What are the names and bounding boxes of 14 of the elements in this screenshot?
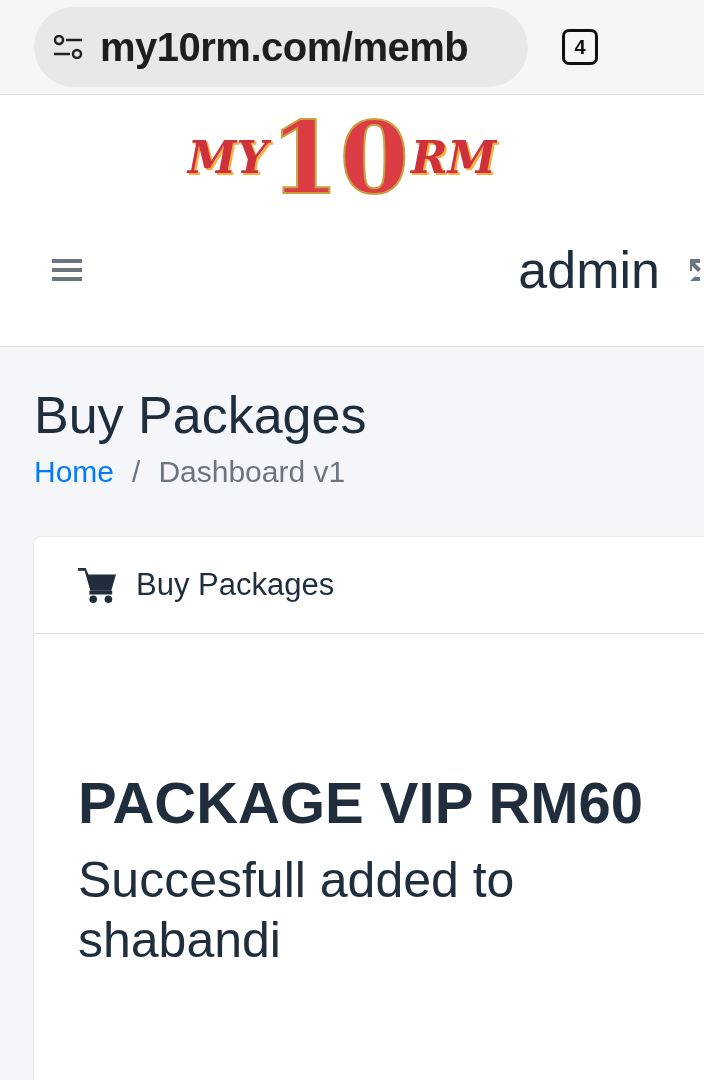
tab-count-button[interactable]: 4 [562,29,598,65]
address-bar[interactable]: my10rm.com/memb [34,7,528,87]
breadcrumb-separator: / [132,455,141,489]
site-settings-icon[interactable] [52,35,84,59]
page-title: Buy Packages [34,385,368,445]
package-heading: PACKAGE VIP RM60 [78,769,645,836]
user-name[interactable]: admin [518,240,660,300]
url-text: my10rm.com/memb [100,24,469,70]
breadcrumb-link[interactable]: Home [34,455,115,489]
success-message: Succesfull added to shabandi [78,851,516,970]
card-title: Buy Packages [136,567,335,603]
breadcrumb-current: Dashboard v1 [158,455,346,489]
cart-icon [76,566,118,604]
menu-icon[interactable] [52,257,82,283]
